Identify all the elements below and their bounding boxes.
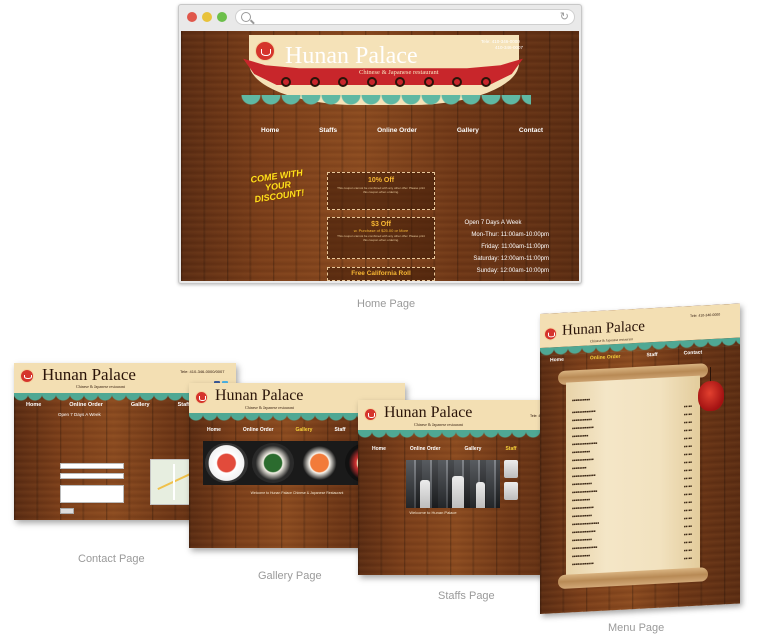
maximize-window-button[interactable] <box>217 12 227 22</box>
thumb-nav: Home Online Order Gallery Staff <box>26 402 190 408</box>
contact-email-field[interactable] <box>60 473 124 479</box>
thumb-brand-title: Hunan Palace <box>215 387 304 404</box>
caption-menu-page: Menu Page <box>608 622 665 634</box>
main-nav: Home Staffs Online Order Gallery Contact <box>261 127 543 134</box>
coupon-free-california-roll[interactable]: Free California Roll <box>327 267 435 281</box>
close-window-button[interactable] <box>187 12 197 22</box>
discount-promo: COME WITH YOUR DISCOUNT! <box>249 167 305 205</box>
reload-icon[interactable]: ↻ <box>560 11 569 24</box>
caption-staffs-page: Staffs Page <box>438 590 495 602</box>
contact-message-field[interactable] <box>60 485 124 503</box>
thumb-nav-contact[interactable]: Contact <box>684 349 703 356</box>
thumb-brand-subtitle: Chinese & Japanese restaurant <box>76 384 125 389</box>
contact-name-field[interactable] <box>60 463 124 469</box>
nav-gallery[interactable]: Gallery <box>457 127 479 134</box>
nav-contact[interactable]: Contact <box>519 127 543 134</box>
thumb-nav-home[interactable]: Home <box>372 446 386 452</box>
nav-staffs[interactable]: Staffs <box>319 127 337 134</box>
thumb-nav: Home Online Order Gallery Staff <box>372 446 517 452</box>
search-icon <box>241 12 251 22</box>
lantern-row <box>281 77 491 91</box>
address-bar[interactable]: ↻ <box>235 9 575 25</box>
brand-subtitle: Chinese & Japanese restaurant <box>359 69 439 76</box>
thumb-nav-home[interactable]: Home <box>207 427 221 433</box>
browser-toolbar: ↻ <box>179 5 581 29</box>
restaurant-logo-icon <box>195 391 208 404</box>
thumb-nav-gallery[interactable]: Gallery <box>131 402 150 408</box>
scalloped-border <box>241 95 531 105</box>
thumb-phone: Tele: 410-346-0000/0007 <box>180 369 225 374</box>
thumb-hours-heading: Open 7 Days A Week <box>58 412 101 417</box>
thumb-brand-title: Hunan Palace <box>42 365 136 384</box>
lantern-string <box>710 367 711 382</box>
contact-submit-button[interactable] <box>60 508 74 514</box>
staff-portrait-2 <box>504 482 518 500</box>
thumb-nav-home[interactable]: Home <box>550 357 564 364</box>
coupon-10-off[interactable]: 10% Off This coupon cannot be combined w… <box>327 172 435 210</box>
nav-online-order[interactable]: Online Order <box>377 127 417 134</box>
caption-gallery-page: Gallery Page <box>258 570 322 582</box>
coupon-3-off[interactable]: $3 Off w. Purchase of $25.00 or More Thi… <box>327 217 435 259</box>
thumb-brand-subtitle: Chinese & Japanese restaurant <box>414 422 463 427</box>
brand-title[interactable]: Hunan Palace <box>285 43 418 69</box>
thumb-nav-gallery[interactable]: Gallery <box>295 427 312 433</box>
restaurant-logo-icon <box>20 369 34 383</box>
thumb-nav-staff[interactable]: Staff <box>334 427 345 433</box>
thumb-nav-online-order[interactable]: Online Order <box>410 446 441 452</box>
thumb-nav: Home Online Order Gallery Staff <box>207 427 346 433</box>
thumb-brand-title: Hunan Palace <box>384 404 473 421</box>
thumb-nav-staff[interactable]: Staff <box>646 352 657 359</box>
caption-home-page: Home Page <box>357 298 416 310</box>
contact-phone: Tele: 410-346-0000 410-346-0007 <box>481 39 524 50</box>
restaurant-logo-icon <box>364 408 377 421</box>
thumb-nav-online-order[interactable]: Online Order <box>69 402 103 408</box>
menu-parchment[interactable]: ■■■■■■■■■■ ■■■■■■■■■■■■■ ■■ ■■ ■■■■■■■■■■… <box>566 375 700 579</box>
red-lantern-icon <box>698 380 724 412</box>
menu-page-thumbnail[interactable]: Hunan Palace Chinese & Japanese restaura… <box>540 303 740 614</box>
browser-window: ↻ Hunan Palace Chinese & Japanese restau… <box>178 4 582 284</box>
thumb-nav-online-order[interactable]: Online Order <box>243 427 274 433</box>
thumb-nav-online-order[interactable]: Online Order <box>590 354 621 362</box>
thumb-nav-gallery[interactable]: Gallery <box>464 446 481 452</box>
staffs-welcome-text: Welcome to Hunan Palace <box>409 510 457 515</box>
thumb-brand-subtitle: Chinese & Japanese restaurant <box>245 405 294 410</box>
nav-home[interactable]: Home <box>261 127 279 134</box>
staff-kitchen-photo[interactable] <box>406 460 500 508</box>
home-page-view: Hunan Palace Chinese & Japanese restaura… <box>181 31 579 281</box>
staff-portrait-1 <box>504 460 518 478</box>
thumb-nav-staff[interactable]: Staff <box>178 402 190 408</box>
restaurant-logo-icon[interactable] <box>255 41 275 61</box>
minimize-window-button[interactable] <box>202 12 212 22</box>
thumb-nav-staff[interactable]: Staff <box>505 446 516 452</box>
thumb-nav-home[interactable]: Home <box>26 402 41 408</box>
caption-contact-page: Contact Page <box>78 553 145 565</box>
opening-hours: Open 7 Days A Week Mon-Thur: 11:00am-10:… <box>464 220 549 274</box>
